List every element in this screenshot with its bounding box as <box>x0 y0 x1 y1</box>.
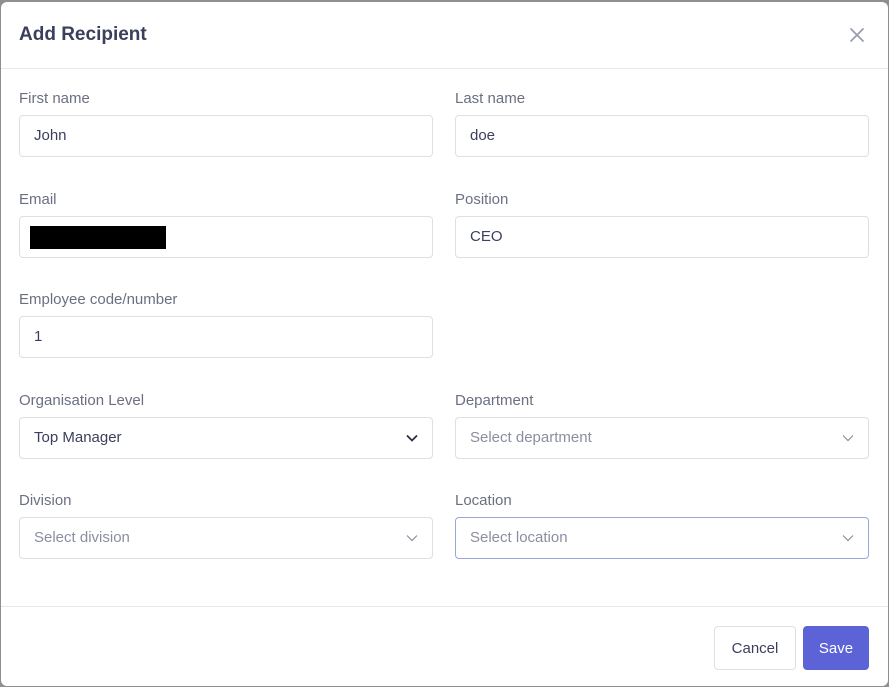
organisation-level-field: Organisation Level Top Manager <box>19 391 433 459</box>
employee-code-input[interactable]: 1 <box>19 316 433 358</box>
email-label: Email <box>19 191 57 208</box>
modal-footer: Cancel Save <box>1 607 888 685</box>
location-select[interactable]: Select location <box>455 517 869 559</box>
position-input[interactable]: CEO <box>455 216 869 258</box>
modal-title: Add Recipient <box>19 24 147 45</box>
location-field: Location Select location <box>455 491 869 559</box>
organisation-level-select[interactable]: Top Manager <box>19 417 433 459</box>
employee-code-label: Employee code/number <box>19 291 178 308</box>
redacted-email <box>30 226 166 249</box>
location-placeholder: Select location <box>470 529 568 546</box>
organisation-level-label: Organisation Level <box>19 392 145 409</box>
division-placeholder: Select division <box>34 529 130 546</box>
modal-header: Add Recipient <box>1 2 888 69</box>
location-label: Location <box>455 492 512 509</box>
division-select[interactable]: Select division <box>19 517 433 559</box>
organisation-level-value: Top Manager <box>34 429 122 446</box>
department-field: Department Select department <box>455 391 869 459</box>
email-input[interactable] <box>19 216 433 258</box>
first-name-label: First name <box>19 90 90 107</box>
position-field: Position CEO <box>455 190 869 258</box>
department-placeholder: Select department <box>470 429 592 446</box>
last-name-input[interactable]: doe <box>455 115 869 157</box>
position-label: Position <box>455 191 509 208</box>
chevron-down-icon <box>406 418 418 458</box>
chevron-down-icon <box>842 418 854 458</box>
first-name-field: First name John <box>19 89 433 157</box>
first-name-input[interactable]: John <box>19 115 433 157</box>
add-recipient-modal: Add Recipient First name John Last name … <box>1 2 888 686</box>
last-name-label: Last name <box>455 90 526 107</box>
department-select[interactable]: Select department <box>455 417 869 459</box>
save-button[interactable]: Save <box>803 626 869 670</box>
email-field: Email <box>19 190 433 258</box>
employee-code-field: Employee code/number 1 <box>19 290 433 358</box>
last-name-field: Last name doe <box>455 89 869 157</box>
division-field: Division Select division <box>19 491 433 559</box>
division-label: Division <box>19 492 72 509</box>
chevron-down-icon <box>842 518 854 558</box>
cancel-button[interactable]: Cancel <box>714 626 796 670</box>
department-label: Department <box>455 392 534 409</box>
modal-body: First name John Last name doe Email Posi… <box>1 69 888 607</box>
chevron-down-icon <box>406 518 418 558</box>
close-icon[interactable] <box>848 26 866 44</box>
